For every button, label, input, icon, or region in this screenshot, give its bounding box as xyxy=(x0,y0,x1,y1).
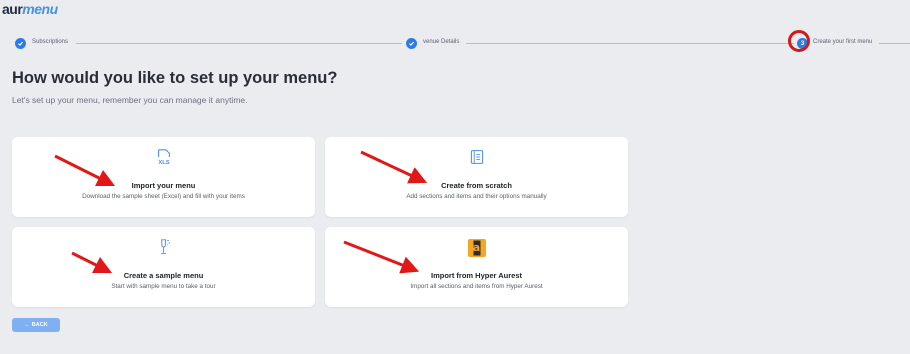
option-title: Import from Hyper Aurest xyxy=(431,271,522,280)
annotation-circle xyxy=(788,30,810,52)
option-description: Add sections and items and their options… xyxy=(406,193,547,200)
option-sample-menu[interactable]: Create a sample menu Start with sample m… xyxy=(12,227,315,307)
setup-stepper: Subscriptions venue Details 3 Create you… xyxy=(0,34,910,54)
step-2-label: venue Details xyxy=(423,39,460,45)
step-1-check-icon xyxy=(15,38,26,49)
option-description: Download the sample sheet (Excel) and fi… xyxy=(82,193,245,200)
svg-text:XLS: XLS xyxy=(158,160,169,166)
option-import-menu[interactable]: XLS Import your menu Download the sample… xyxy=(12,137,315,217)
option-description: Start with sample menu to take a tour xyxy=(111,283,216,290)
champagne-glass-icon xyxy=(155,238,173,256)
option-import-hyper-aurest[interactable]: a Import from Hyper Aurest Import all se… xyxy=(325,227,628,307)
back-button[interactable]: ← BACK xyxy=(12,318,60,332)
arrow-left-icon: ← xyxy=(24,322,30,328)
step-1-label: Subscriptions xyxy=(32,39,69,45)
notebook-icon xyxy=(468,148,486,166)
step-2-check-icon xyxy=(406,38,417,49)
option-description: Import all sections and items from Hyper… xyxy=(410,283,543,290)
step-1-connector xyxy=(76,43,402,44)
page-title: How would you like to set up your menu? xyxy=(12,69,338,87)
page-subtitle: Let's set up your menu, remember you can… xyxy=(12,95,248,105)
step-3-label: Create your first menu xyxy=(813,39,873,45)
app-logo: aurmenu xyxy=(2,1,58,17)
xls-file-icon: XLS xyxy=(155,148,173,166)
step-3-connector xyxy=(879,43,910,44)
hyper-aurest-logo-icon: a xyxy=(467,238,487,258)
option-create-scratch[interactable]: Create from scratch Add sections and ite… xyxy=(325,137,628,217)
option-title: Create a sample menu xyxy=(123,271,204,280)
step-2-connector xyxy=(466,43,794,44)
option-title: Create from scratch xyxy=(441,181,512,190)
option-title: Import your menu xyxy=(131,181,196,190)
